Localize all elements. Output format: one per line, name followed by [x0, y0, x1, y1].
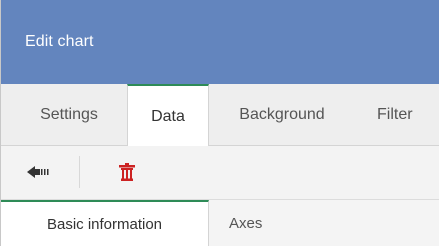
sub-tab-bar: Basic information Axes	[1, 200, 439, 246]
toolbar-separator	[79, 156, 80, 188]
subtab-basic-information[interactable]: Basic information	[1, 200, 209, 246]
subtab-basic-information-label: Basic information	[46, 215, 163, 233]
subtab-axes[interactable]: Axes	[209, 200, 439, 246]
tab-filter[interactable]: Filter	[355, 84, 439, 146]
tab-settings[interactable]: Settings	[11, 84, 127, 146]
tab-data-label: Data	[151, 107, 185, 125]
trash-icon	[119, 163, 135, 181]
delete-button[interactable]	[107, 154, 147, 190]
tab-background[interactable]: Background	[209, 84, 355, 146]
tab-bar: Settings Data Background Filter	[1, 84, 439, 147]
back-button[interactable]	[19, 154, 59, 190]
subtab-axes-label: Axes	[229, 214, 263, 232]
toolbar	[1, 146, 439, 200]
tab-background-label: Background	[239, 106, 325, 123]
tab-filter-label: Filter	[377, 106, 413, 123]
dialog-header: Edit chart	[1, 0, 439, 84]
tab-data[interactable]: Data	[127, 84, 209, 147]
dialog-title: Edit chart	[25, 33, 94, 50]
edit-chart-dialog: Edit chart Settings Data Background Filt…	[0, 0, 439, 246]
arrow-left-icon	[27, 166, 49, 178]
tab-settings-label: Settings	[40, 106, 98, 123]
